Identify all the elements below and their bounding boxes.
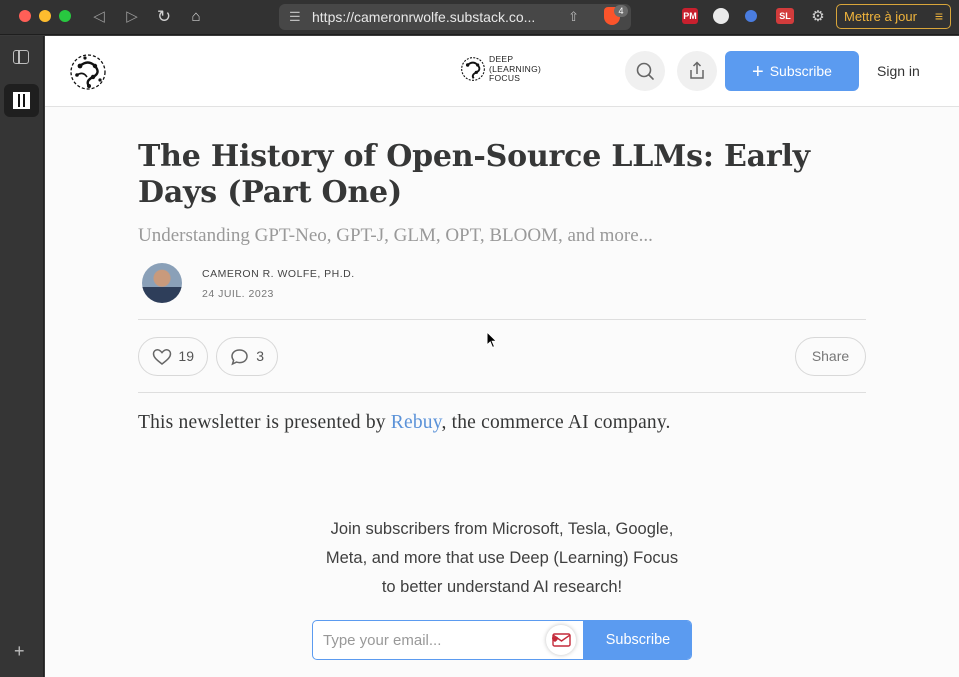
envelope-heart-icon	[552, 633, 571, 647]
sign-in-link[interactable]: Sign in	[877, 63, 920, 79]
browser-toolbar: ◁ ▷ ↻ ⌂ ☰ https://cameronrwolfe.substack…	[0, 0, 959, 35]
share-post-button[interactable]: Share	[795, 337, 866, 376]
pm-extension-icon[interactable]: PM	[682, 8, 698, 24]
post-title: The History of Open-Source LLMs: Early D…	[138, 139, 810, 210]
share-page-icon[interactable]: ⇧	[568, 4, 579, 30]
update-label: Mettre à jour	[844, 9, 917, 24]
mouse-cursor-icon	[486, 331, 498, 349]
publication-logo-icon[interactable]	[67, 51, 109, 93]
post-date: 24 JUIL. 2023	[202, 288, 274, 300]
address-bar[interactable]: ☰ https://cameronrwolfe.substack.co... ⇧	[279, 4, 631, 30]
sponsor-line: This newsletter is presented by Rebuy, t…	[138, 412, 671, 434]
signup-pitch-line: Meta, and more that use Deep (Learning) …	[325, 549, 679, 567]
wordmark-text: DEEP (LEARNING) FOCUS	[489, 54, 541, 84]
blue-extension-icon[interactable]	[745, 10, 757, 22]
like-button[interactable]: 19	[138, 337, 208, 376]
shields-count-badge: 4	[614, 5, 628, 17]
site-header: DEEP (LEARNING) FOCUS + Subscribe Sign in	[45, 36, 959, 107]
subscribe-label: Subscribe	[769, 63, 832, 79]
like-count: 19	[178, 348, 194, 364]
update-button[interactable]: Mettre à jour ≡	[836, 4, 951, 29]
reload-icon[interactable]: ↻	[153, 6, 175, 28]
sidebar-toggle-icon[interactable]	[13, 50, 29, 64]
home-icon[interactable]: ⌂	[185, 6, 207, 28]
back-icon[interactable]: ◁	[88, 6, 110, 28]
comment-icon	[231, 349, 248, 366]
email-subscribe-button[interactable]: Subscribe	[583, 621, 691, 659]
forward-icon[interactable]: ▷	[121, 6, 143, 28]
plus-icon: +	[752, 61, 764, 83]
comment-button[interactable]: 3	[216, 337, 278, 376]
sponsor-suffix: , the commerce AI company.	[441, 412, 671, 433]
signup-pitch-line: Join subscribers from Microsoft, Tesla, …	[330, 520, 674, 538]
ghostery-extension-icon[interactable]	[713, 8, 729, 24]
wordmark-logo-icon	[461, 57, 485, 81]
search-icon	[636, 62, 654, 80]
publication-wordmark[interactable]: DEEP (LEARNING) FOCUS	[459, 54, 549, 87]
share-icon	[690, 61, 704, 79]
signup-pitch-line: to better understand AI research!	[381, 578, 623, 596]
comment-count: 3	[256, 348, 264, 364]
sl-extension-icon[interactable]: SL	[776, 8, 794, 24]
author-name[interactable]: CAMERON R. WOLFE, PH.D.	[202, 268, 355, 280]
share-button[interactable]	[677, 51, 717, 91]
post-subtitle: Understanding GPT-Neo, GPT-J, GLM, OPT, …	[138, 225, 653, 246]
email-signup-form: Subscribe	[312, 620, 692, 660]
browser-sidebar: +	[0, 36, 44, 677]
extensions-puzzle-icon[interactable]: ⚙	[807, 6, 829, 28]
hamburger-menu-icon: ≡	[934, 8, 943, 24]
divider	[138, 319, 866, 320]
header-subscribe-button[interactable]: + Subscribe	[725, 51, 859, 91]
email-input[interactable]	[313, 621, 583, 659]
new-tab-plus-icon[interactable]: +	[14, 641, 25, 662]
page-content: DEEP (LEARNING) FOCUS + Subscribe Sign in…	[45, 36, 959, 677]
author-avatar[interactable]	[142, 263, 182, 303]
divider	[138, 392, 866, 393]
sponsor-link[interactable]: Rebuy	[391, 412, 442, 433]
sponsor-prefix: This newsletter is presented by	[138, 412, 391, 433]
close-window-button[interactable]	[19, 10, 31, 22]
url-text: https://cameronrwolfe.substack.co...	[312, 9, 536, 25]
wordmark-line: FOCUS	[489, 73, 521, 83]
search-button[interactable]	[625, 51, 665, 91]
maximize-window-button[interactable]	[59, 10, 71, 22]
signup-pitch: Join subscribers from Microsoft, Tesla, …	[252, 515, 752, 602]
vertical-tab-active[interactable]	[4, 84, 39, 117]
minimize-window-button[interactable]	[39, 10, 51, 22]
email-autofill-icon[interactable]	[546, 625, 576, 655]
site-settings-icon[interactable]: ☰	[289, 4, 301, 30]
site-favicon-icon	[13, 92, 30, 109]
heart-icon	[152, 349, 172, 365]
